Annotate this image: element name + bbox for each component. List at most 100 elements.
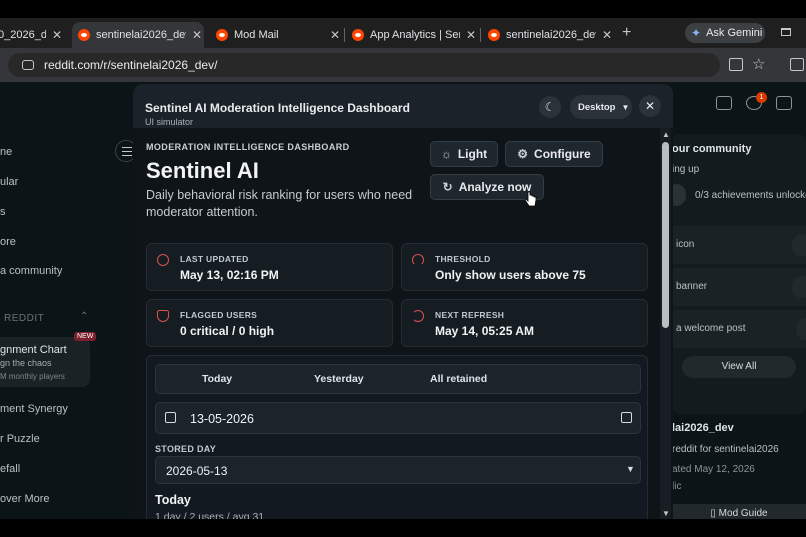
nav-item-explore[interactable]: ore — [0, 236, 16, 248]
screen: 0_2026_dev ✕ sentinelai2026_dev ✕ Mod Ma… — [0, 0, 806, 537]
scrollbar-thumb[interactable] — [662, 142, 669, 328]
segment-today[interactable]: Today — [202, 373, 232, 385]
bottom-letterbox — [0, 519, 806, 537]
reddit-icon — [352, 29, 364, 41]
browser-tab[interactable]: Mod Mail ✕ — [210, 22, 342, 48]
gemini-label: Ask Gemini — [706, 27, 763, 39]
moon-icon: ☾ — [544, 100, 556, 114]
refresh-icon: ↻ — [442, 180, 453, 194]
mod-guide-button[interactable]: ▯ Mod Guide — [672, 504, 806, 519]
nav-game-item[interactable]: over More — [0, 493, 50, 505]
browser-tab[interactable]: 0_2026_dev ✕ — [0, 22, 64, 48]
date-input[interactable]: 13-05-2026 — [155, 402, 641, 434]
segment-all-retained[interactable]: All retained — [430, 373, 487, 385]
subreddit-description: reddit for sentinelai2026 — [672, 444, 779, 455]
device-select[interactable]: Desktop ▼ — [570, 95, 632, 119]
setup-row-label: icon — [676, 239, 695, 250]
calendar-picker-icon[interactable] — [621, 412, 632, 423]
stat-card-flagged-users: FLAGGED USERS 0 critical / 0 high — [146, 299, 393, 347]
device-label: Desktop — [578, 101, 616, 113]
view-all-button[interactable]: View All — [682, 356, 796, 378]
dark-mode-toggle[interactable]: ☾ — [539, 96, 561, 118]
close-icon[interactable]: ✕ — [328, 28, 342, 42]
setup-row[interactable]: banner — [672, 268, 806, 306]
ads-icon[interactable] — [716, 96, 732, 110]
tab-label: 0_2026_dev — [0, 29, 46, 41]
action-button[interactable] — [796, 318, 806, 340]
scroll-down-icon[interactable]: ▼ — [662, 509, 670, 518]
light-theme-button[interactable]: ☼ Light — [430, 141, 498, 167]
left-sidebar: ne ular s ore a community REDDIT ⌃ gnmen… — [0, 82, 128, 519]
nav-game-item[interactable]: r Puzzle — [0, 433, 40, 445]
stat-label: THRESHOLD — [435, 254, 491, 264]
modal-header: Sentinel AI Moderation Intelligence Dash… — [133, 84, 673, 128]
day-summary: 1 day / 2 users / avg 31 — [155, 511, 265, 519]
gauge-icon — [412, 254, 424, 266]
browser-tab[interactable]: sentinelai2026_dev ✕ — [482, 22, 614, 48]
upload-button[interactable] — [792, 234, 806, 256]
setup-row-label: banner — [676, 281, 708, 292]
menu-line — [122, 155, 132, 156]
promo-title: gnment Chart — [0, 344, 67, 356]
ask-gemini-button[interactable]: ✦ Ask Gemini — [685, 23, 765, 43]
close-icon[interactable]: ✕ — [50, 28, 64, 42]
browser-tab-active[interactable]: sentinelai2026_dev ✕ — [72, 22, 204, 48]
browser-tab[interactable]: App Analytics | Sentinel ✕ — [346, 22, 478, 48]
configure-button-label: Configure — [534, 147, 591, 161]
tab-separator — [480, 28, 481, 42]
subreddit-visibility: lic — [672, 481, 682, 492]
page-title: Sentinel AI — [146, 158, 259, 183]
setup-row[interactable]: icon — [672, 226, 806, 264]
chevron-up-icon[interactable]: ⌃ — [80, 311, 88, 322]
install-app-icon[interactable] — [729, 58, 743, 71]
setup-title: our community — [672, 143, 752, 155]
close-icon[interactable]: ✕ — [600, 28, 614, 42]
nav-item-home[interactable]: ne — [0, 146, 12, 158]
nav-item-start-community[interactable]: a community — [0, 265, 62, 277]
dashboard-eyebrow: MODERATION INTELLIGENCE DASHBOARD — [146, 142, 350, 152]
segment-yesterday[interactable]: Yesterday — [314, 373, 364, 385]
menu-line — [122, 151, 132, 152]
stat-label: LAST UPDATED — [180, 254, 249, 264]
reddit-icon — [78, 29, 90, 41]
close-icon[interactable]: ✕ — [190, 28, 204, 42]
nav-item-answers[interactable]: s — [0, 206, 6, 218]
community-setup-card: our community ing up 0/3 achievements un… — [666, 134, 806, 414]
bookmark-star-icon[interactable]: ☆ — [752, 55, 765, 73]
setup-row[interactable]: a welcome post — [672, 310, 806, 348]
stored-day-value: 2026-05-13 — [166, 464, 228, 478]
page-description: Daily behavioral risk ranking for users … — [146, 188, 413, 219]
upload-button[interactable] — [792, 276, 806, 298]
stored-day-select[interactable]: 2026-05-13 ▼ — [155, 456, 641, 484]
chevron-down-icon: ▼ — [626, 464, 635, 474]
new-tab-icon[interactable]: + — [622, 24, 631, 42]
dashboard-modal: Sentinel AI Moderation Intelligence Dash… — [133, 84, 673, 519]
tab-label: Mod Mail — [234, 29, 279, 41]
reddit-icon — [216, 29, 228, 41]
url-bar[interactable]: reddit.com/r/sentinelai2026_dev/ — [8, 53, 720, 77]
modal-close-button[interactable]: ✕ — [639, 95, 661, 117]
stat-card-threshold: THRESHOLD Only show users above 75 — [401, 243, 648, 291]
shield-icon — [157, 310, 169, 322]
create-post-icon[interactable] — [776, 96, 792, 110]
window-restore-icon[interactable] — [781, 28, 791, 36]
nav-game-item[interactable]: efall — [0, 463, 20, 475]
light-button-label: Light — [457, 147, 488, 161]
date-value: 13-05-2026 — [190, 412, 254, 426]
side-panel-icon[interactable] — [790, 58, 804, 71]
close-icon[interactable]: ✕ — [464, 28, 478, 42]
nav-game-item[interactable]: ment Synergy — [0, 403, 68, 415]
gear-icon: ⚙ — [517, 147, 529, 161]
promo-subtitle: gn the chaos — [0, 358, 52, 368]
configure-button[interactable]: ⚙ Configure — [505, 141, 603, 167]
site-settings-icon[interactable] — [22, 60, 34, 70]
scroll-up-icon[interactable]: ▲ — [662, 130, 670, 139]
stat-value: May 13, 02:16 PM — [180, 268, 279, 282]
game-promo-card[interactable]: gnment Chart gn the chaos M monthly play… — [0, 337, 90, 387]
reddit-icon — [488, 29, 500, 41]
nav-item-popular[interactable]: ular — [0, 176, 18, 188]
url-text: reddit.com/r/sentinelai2026_dev/ — [44, 58, 218, 72]
notification-badge: 1 — [756, 92, 767, 103]
modal-scrollbar[interactable]: ▲ ▼ — [660, 128, 671, 519]
range-segmented-control: Today Yesterday All retained — [155, 364, 641, 394]
